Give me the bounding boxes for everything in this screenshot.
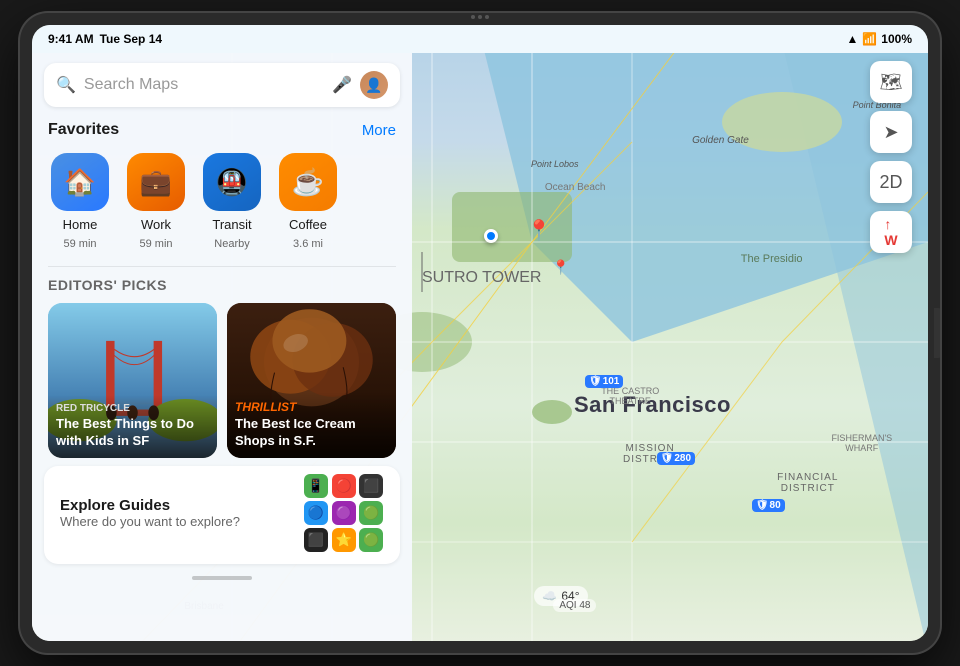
scroll-indicator <box>192 576 252 580</box>
transit-sub: Nearby <box>214 238 249 250</box>
status-date: Tue Sep 14 <box>100 32 162 46</box>
explore-guides-section[interactable]: Explore Guides Where do you want to expl… <box>44 466 400 564</box>
favorite-item-coffee[interactable]: ☕ Coffee 3.6 mi <box>272 149 344 254</box>
explore-icon-5: 🟣 <box>332 501 356 525</box>
home-icon: 🏠 <box>51 153 109 211</box>
ipad-frame: 9:41 AM Tue Sep 14 ▲ 📶 100% <box>20 13 940 653</box>
favorite-item-transit[interactable]: 🚇 Transit Nearby <box>196 149 268 254</box>
search-icon: 🔍 <box>56 75 76 95</box>
work-label: Work <box>141 217 171 232</box>
search-input[interactable]: Search Maps <box>84 76 324 94</box>
ipad-screen: 9:41 AM Tue Sep 14 ▲ 📶 100% <box>32 25 928 641</box>
favorites-header: Favorites More <box>32 113 412 145</box>
sidebar-panel: 🔍 Search Maps 🎤 👤 Favorites More 🏠 Home … <box>32 53 412 641</box>
freeway-280: 🛡280 <box>657 452 695 465</box>
golden-gate-park-pin: 📍 <box>527 218 552 243</box>
home-button[interactable] <box>934 308 940 358</box>
map-layers-button[interactable]: 🗺 <box>870 61 912 103</box>
card-source-thrillist: thrillist <box>235 400 388 414</box>
location-arrow-icon: ➤ <box>883 122 898 143</box>
explore-icon-8: ⭐ <box>332 528 356 552</box>
explore-icon-7: ⬛ <box>304 528 328 552</box>
location-icon: ▲ <box>846 32 858 46</box>
home-label: Home <box>63 217 98 232</box>
card-title-icecream: The Best Ice Cream Shops in S.F. <box>235 416 388 450</box>
status-right: ▲ 📶 100% <box>846 32 912 46</box>
coffee-label: Coffee <box>289 217 327 232</box>
card-title-kids-sf: The Best Things to Do with Kids in SF <box>56 416 209 450</box>
freeway-80: 🛡80 <box>752 499 785 512</box>
wifi-icon: 📶 <box>862 32 877 46</box>
explore-icon-4: 🔵 <box>304 501 328 525</box>
compass-icon: ↑W <box>884 216 897 248</box>
explore-icon-2: 🔴 <box>332 474 356 498</box>
explore-icon-1: 📱 <box>304 474 328 498</box>
my-location-button[interactable]: ➤ <box>870 111 912 153</box>
2d-label: 2D <box>879 172 902 193</box>
card-overlay-icecream: thrillist The Best Ice Cream Shops in S.… <box>227 392 396 458</box>
explore-icon-6: 🟢 <box>359 501 383 525</box>
transit-icon: 🚇 <box>203 153 261 211</box>
2d-button[interactable]: 2D <box>870 161 912 203</box>
microphone-icon[interactable]: 🎤 <box>332 75 352 95</box>
svg-text:SUTRO TOWER: SUTRO TOWER <box>422 269 541 286</box>
work-icon: 💼 <box>127 153 185 211</box>
status-left: 9:41 AM Tue Sep 14 <box>48 32 162 46</box>
status-time: 9:41 AM <box>48 32 94 46</box>
editors-cards-container: Red Tricycle The Best Things to Do with … <box>48 303 396 458</box>
battery-status: 100% <box>881 32 912 46</box>
de-young-pin: 📍 <box>552 259 569 276</box>
favorites-title: Favorites <box>48 121 119 139</box>
explore-icons-grid: 📱 🔴 ⬛ 🔵 🟣 🟢 ⬛ ⭐ 🟢 <box>304 474 384 552</box>
aqi-badge: AQI 48 <box>553 599 596 612</box>
editors-card-kids-sf[interactable]: Red Tricycle The Best Things to Do with … <box>48 303 217 458</box>
favorites-more-button[interactable]: More <box>362 122 396 139</box>
home-time: 59 min <box>63 238 96 250</box>
explore-guides-title: Explore Guides <box>60 497 292 514</box>
editors-card-icecream[interactable]: thrillist The Best Ice Cream Shops in S.… <box>227 303 396 458</box>
transit-label: Transit <box>212 217 251 232</box>
coffee-distance: 3.6 mi <box>293 238 323 250</box>
editors-picks-section: Editors' Picks <box>32 267 412 466</box>
card-source-red-tricycle: Red Tricycle <box>56 403 209 414</box>
favorite-item-home[interactable]: 🏠 Home 59 min <box>44 149 116 254</box>
compass-button[interactable]: ↑W <box>870 211 912 253</box>
favorite-item-work[interactable]: 💼 Work 59 min <box>120 149 192 254</box>
explore-text-container: Explore Guides Where do you want to expl… <box>60 497 292 529</box>
explore-guides-subtitle: Where do you want to explore? <box>60 514 292 529</box>
map-controls: 🗺 ➤ 2D ↑W <box>870 61 912 253</box>
search-bar[interactable]: 🔍 Search Maps 🎤 👤 <box>44 63 400 107</box>
user-avatar[interactable]: 👤 <box>360 71 388 99</box>
status-bar: 9:41 AM Tue Sep 14 ▲ 📶 100% <box>32 25 928 53</box>
freeway-101: 🛡101 <box>585 375 623 388</box>
work-time: 59 min <box>139 238 172 250</box>
favorites-row: 🏠 Home 59 min 💼 Work 59 min 🚇 Transit Ne… <box>32 145 412 266</box>
top-dots <box>471 15 489 19</box>
coffee-icon: ☕ <box>279 153 337 211</box>
explore-icon-3: ⬛ <box>359 474 383 498</box>
explore-icon-9: 🟢 <box>359 528 383 552</box>
layers-icon: 🗺 <box>880 72 903 93</box>
card-overlay-kids: Red Tricycle The Best Things to Do with … <box>48 395 217 458</box>
editors-picks-title: Editors' Picks <box>48 277 396 293</box>
